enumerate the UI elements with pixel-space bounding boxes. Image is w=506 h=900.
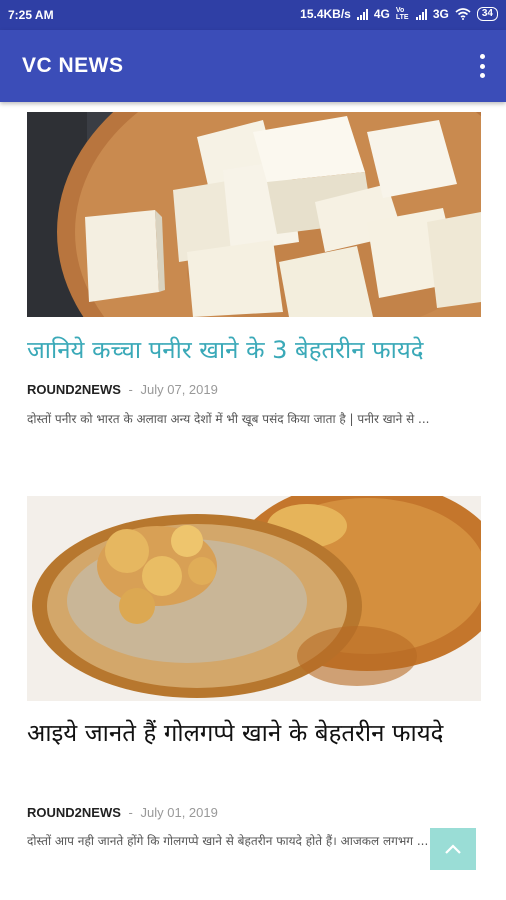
article-meta-1: ROUND2NEWS - July 07, 2019 xyxy=(27,382,218,397)
meta-separator-2: - xyxy=(128,805,133,820)
status-bar: 7:25 AM 15.4KB/s 4G Vo LTE 3G 34 xyxy=(0,0,506,30)
article-excerpt-2: दोस्तों आप नही जानते होंगे कि गोलगप्पे ख… xyxy=(27,834,429,848)
more-vert-icon[interactable] xyxy=(478,54,486,78)
app-bar: VC NEWS xyxy=(0,30,506,102)
net-speed: 15.4KB/s xyxy=(300,7,351,21)
article-excerpt-1: दोस्तों पनीर को भारत के अलावा अन्य देशों… xyxy=(27,412,430,426)
network-type-1: 4G xyxy=(373,7,390,21)
network-type-2: 3G xyxy=(432,7,449,21)
status-time: 7:25 AM xyxy=(8,8,54,22)
signal-icon-2 xyxy=(415,8,427,20)
status-indicators: 15.4KB/s 4G Vo LTE 3G 34 xyxy=(300,7,498,21)
scroll-to-top-button[interactable] xyxy=(430,828,476,870)
article-title-1[interactable]: जानिये कच्चा पनीर खाने के 3 बेहतरीन फायद… xyxy=(27,334,481,366)
article-card-1[interactable]: जानिये कच्चा पनीर खाने के 3 बेहतरीन फायद… xyxy=(27,112,481,462)
article-image-paneer[interactable] xyxy=(27,112,481,317)
chevron-up-icon xyxy=(445,844,461,854)
article-author-2[interactable]: ROUND2NEWS xyxy=(27,805,121,820)
meta-separator-1: - xyxy=(128,382,133,397)
signal-icon xyxy=(356,8,368,20)
article-author-1[interactable]: ROUND2NEWS xyxy=(27,382,121,397)
article-card-2[interactable]: आइये जानते हैं गोलगप्पे खाने के बेहतरीन … xyxy=(27,496,481,900)
battery-indicator: 34 xyxy=(476,7,498,21)
article-title-2[interactable]: आइये जानते हैं गोलगप्पे खाने के बेहतरीन … xyxy=(27,716,481,750)
wifi-icon xyxy=(455,8,471,20)
article-date-1: July 07, 2019 xyxy=(140,382,218,397)
volte-badge: Vo LTE xyxy=(395,7,409,21)
article-date-2: July 01, 2019 xyxy=(140,805,218,820)
article-meta-2: ROUND2NEWS - July 01, 2019 xyxy=(27,805,218,820)
app-title: VC NEWS xyxy=(22,54,124,77)
article-image-golgappe[interactable] xyxy=(27,496,481,701)
